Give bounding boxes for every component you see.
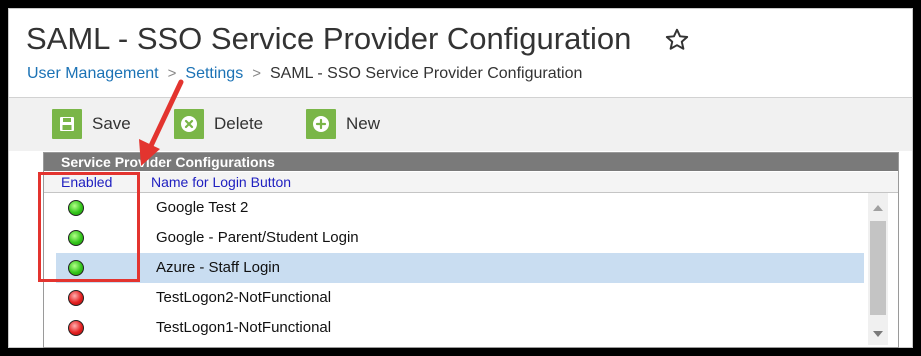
chevron-right-icon: >	[252, 65, 261, 82]
status-red-icon	[68, 320, 84, 336]
action-toolbar: Save Delete New	[9, 98, 912, 151]
column-header-enabled[interactable]: Enabled	[44, 172, 162, 193]
page-title: SAML - SSO Service Provider Configuratio…	[26, 21, 632, 56]
table-row[interactable]: Google Test 2	[56, 193, 864, 223]
breadcrumb-settings[interactable]: Settings	[185, 65, 243, 82]
row-name: Google - Parent/Student Login	[156, 229, 359, 246]
scrollbar-thumb[interactable]	[870, 221, 886, 315]
new-button[interactable]: New	[306, 109, 380, 139]
star-icon[interactable]	[664, 27, 690, 53]
row-name: Azure - Staff Login	[156, 259, 280, 276]
status-green-icon	[68, 230, 84, 246]
table-row[interactable]: TestLogon1-NotFunctional	[56, 313, 864, 343]
chevron-right-icon: >	[167, 65, 177, 82]
breadcrumb-current: SAML - SSO Service Provider Configuratio…	[269, 65, 583, 82]
delete-button[interactable]: Delete	[174, 109, 263, 139]
save-button[interactable]: Save	[52, 109, 131, 139]
service-provider-grid: Service Provider Configurations Enabled …	[43, 152, 899, 348]
new-icon	[306, 109, 336, 139]
breadcrumb-user-management[interactable]: User Management	[27, 65, 159, 82]
new-label: New	[346, 114, 381, 133]
delete-icon	[174, 109, 204, 139]
save-icon	[52, 109, 82, 139]
table-row[interactable]: TestLogon2-NotFunctional	[56, 283, 864, 313]
breadcrumb: User Management > Settings > SAML - SSO Serv…	[27, 65, 582, 83]
grid-title: Service Provider Configurations	[44, 153, 898, 171]
page-header: SAML - SSO Service Provider Configuratio…	[9, 9, 912, 98]
page-frame: SAML - SSO Service Provider Configuratio…	[8, 8, 913, 348]
save-label: Save	[92, 114, 131, 133]
table-row[interactable]: Google - Parent/Student Login	[56, 223, 864, 253]
status-green-icon	[68, 200, 84, 216]
column-header-name[interactable]: Name for Login Button	[148, 172, 898, 193]
row-name: Google Test 2	[156, 199, 249, 216]
status-green-icon	[68, 260, 84, 276]
row-name: TestLogon1-NotFunctional	[156, 319, 332, 336]
table-row[interactable]: Azure - Staff Login	[56, 253, 864, 283]
status-red-icon	[68, 290, 84, 306]
grid-rows: Google Test 2 Google - Parent/Student Log…	[56, 193, 864, 345]
row-name: TestLogon2-NotFunctional	[156, 289, 332, 306]
scroll-down-icon[interactable]	[873, 331, 883, 337]
vertical-scrollbar[interactable]	[868, 193, 888, 345]
scroll-up-icon[interactable]	[873, 205, 883, 211]
delete-label: Delete	[214, 114, 264, 133]
